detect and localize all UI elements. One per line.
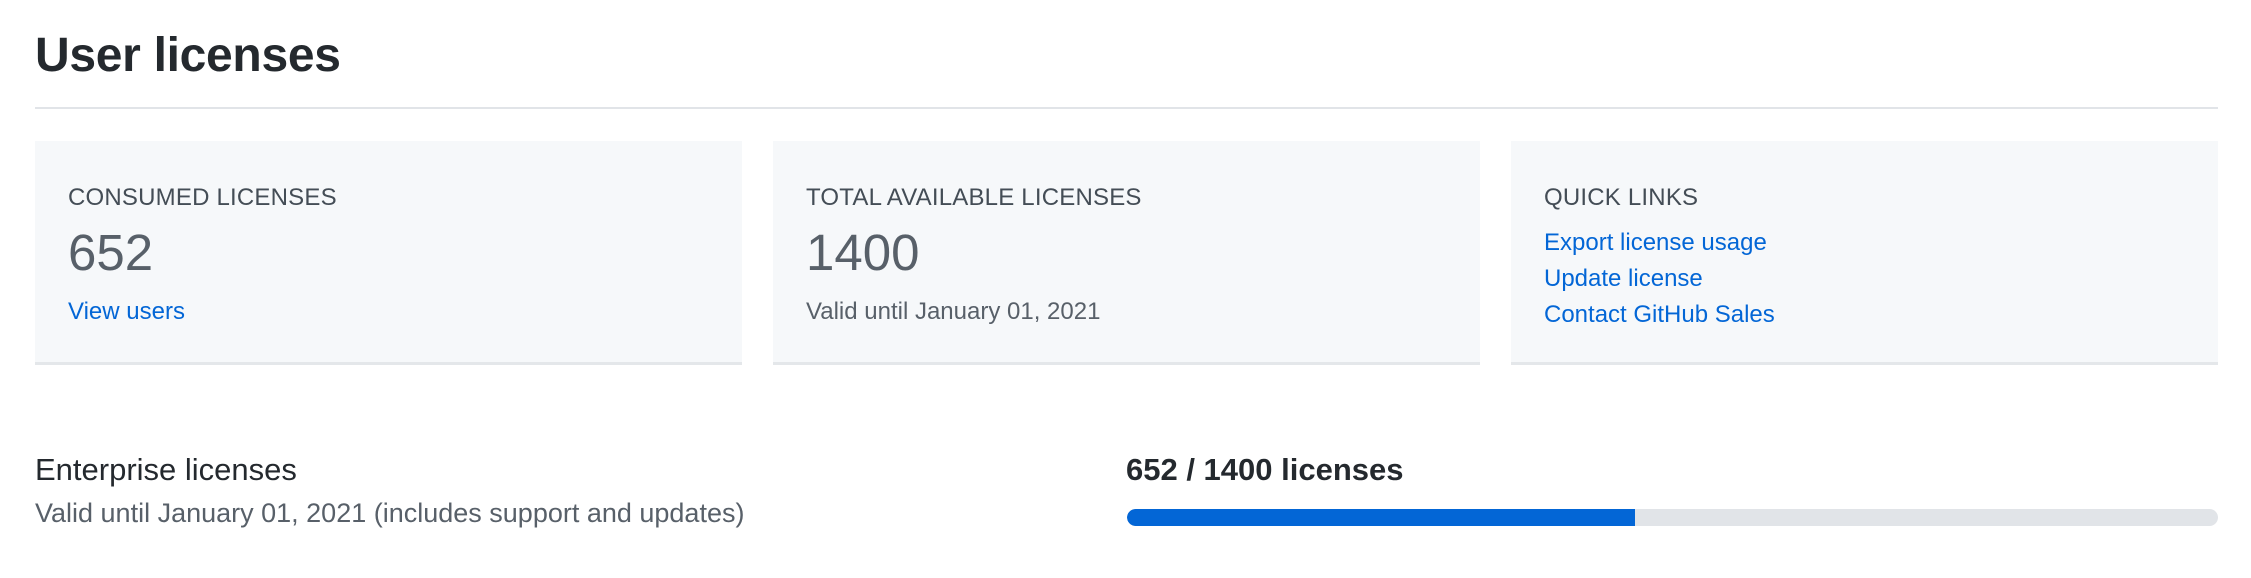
quick-links-heading: QUICK LINKS: [1544, 184, 1699, 211]
total-licenses-heading: TOTAL AVAILABLE LICENSES: [806, 184, 1142, 211]
quick-links-list: Export license usage Update license Cont…: [1544, 225, 1775, 333]
consumed-licenses-card: CONSUMED LICENSES 652 View users: [35, 141, 742, 365]
quick-link-item: Export license usage: [1544, 225, 1775, 261]
total-licenses-card: TOTAL AVAILABLE LICENSES 1400 Valid unti…: [773, 141, 1480, 365]
title-divider: [35, 107, 2218, 109]
enterprise-licenses-title: Enterprise licenses: [35, 452, 297, 487]
consumed-licenses-heading: CONSUMED LICENSES: [68, 184, 337, 211]
update-license-link[interactable]: Update license: [1544, 265, 1703, 292]
quick-link-item: Contact GitHub Sales: [1544, 297, 1775, 333]
license-valid-until: Valid until January 01, 2021: [806, 298, 1101, 325]
view-users-link[interactable]: View users: [68, 297, 185, 327]
quick-links-card: QUICK LINKS Export license usage Update …: [1511, 141, 2218, 365]
license-usage-progress-fill: [1127, 509, 1636, 526]
license-usage-label: 652 / 1400 licenses: [1126, 452, 1404, 487]
consumed-licenses-count: 652: [68, 224, 154, 281]
contact-github-sales-link[interactable]: Contact GitHub Sales: [1544, 301, 1775, 328]
enterprise-licenses-validity: Valid until January 01, 2021 (includes s…: [35, 498, 745, 528]
license-summary-cards: CONSUMED LICENSES 652 View users TOTAL A…: [35, 141, 2218, 365]
enterprise-licenses-section: Enterprise licenses Valid until January …: [35, 450, 2218, 550]
export-license-usage-link[interactable]: Export license usage: [1544, 229, 1767, 256]
page-title: User licenses: [35, 29, 341, 82]
license-usage-progress-bar: [1127, 509, 2218, 526]
quick-link-item: Update license: [1544, 261, 1775, 297]
total-licenses-count: 1400: [806, 224, 920, 281]
